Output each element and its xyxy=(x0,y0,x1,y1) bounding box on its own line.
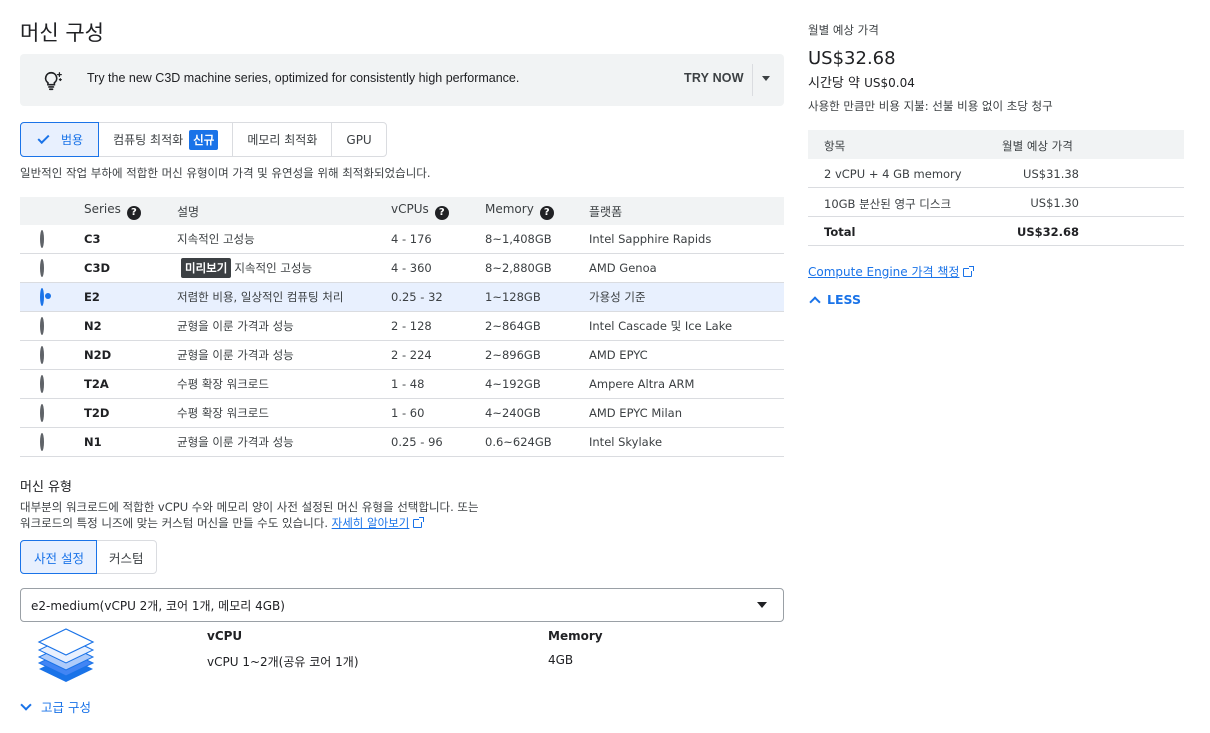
advanced-config-toggle[interactable]: 고급 구성 xyxy=(20,697,91,716)
table-row[interactable]: T2D 수평 확장 워크로드 1 - 60 4~240GB AMD EPYC M… xyxy=(20,399,784,428)
banner-divider xyxy=(752,64,753,96)
chevron-up-icon xyxy=(809,295,821,308)
external-link-icon xyxy=(963,266,975,277)
series-table: Series? 설명 vCPUs? Memory? 플랫폼 C3 지속적인 고성… xyxy=(20,197,784,457)
header-memory: Memory xyxy=(485,202,534,216)
table-row[interactable]: C3 지속적인 고성능 4 - 176 8~1,408GB Intel Sapp… xyxy=(20,225,784,254)
header-series: Series xyxy=(84,202,121,216)
series-radio[interactable] xyxy=(40,404,44,422)
machine-type-title: 머신 유형 xyxy=(20,480,72,495)
preview-badge: 미리보기 xyxy=(181,258,232,278)
chevron-down-icon xyxy=(20,698,32,711)
series-radio[interactable] xyxy=(40,375,44,393)
table-row[interactable]: T2A 수평 확장 워크로드 1 - 48 4~192GB Ampere Alt… xyxy=(20,370,784,399)
tab-memory-optimized[interactable]: 메모리 최적화 xyxy=(233,123,333,156)
table-row[interactable]: C3D 미리보기 지속적인 고성능 4 - 360 8~2,880GB AMD G… xyxy=(20,254,784,283)
series-radio[interactable] xyxy=(40,230,44,248)
tab-preset[interactable]: 사전 설정 xyxy=(20,540,97,574)
chevron-down-icon[interactable] xyxy=(762,76,770,81)
table-header: Series? 설명 vCPUs? Memory? 플랫폼 xyxy=(20,197,784,225)
spec-vcpu-label: vCPU xyxy=(207,629,243,643)
check-icon xyxy=(37,131,50,145)
hourly-price: 시간당 약 US$0.04 xyxy=(808,76,915,91)
pricing-row: 2 vCPU + 4 GB memory US$31.38 xyxy=(808,159,1184,188)
tab-custom[interactable]: 커스텀 xyxy=(97,541,156,573)
table-row[interactable]: N2 균형을 이룬 가격과 성능 2 - 128 2~864GB Intel C… xyxy=(20,312,784,341)
stacked-layers-icon xyxy=(37,628,95,682)
series-radio[interactable] xyxy=(40,288,44,306)
banner-message: Try the new C3D machine series, optimize… xyxy=(87,71,520,85)
help-icon[interactable]: ? xyxy=(539,206,554,220)
promo-banner: Try the new C3D machine series, optimize… xyxy=(20,54,784,106)
learn-more-link[interactable]: 자세히 알아보기 xyxy=(332,516,410,530)
less-button[interactable]: LESS xyxy=(809,292,861,308)
spec-memory-label: Memory xyxy=(548,629,603,643)
series-radio[interactable] xyxy=(40,433,44,451)
machine-type-tabs: 사전 설정 커스텀 xyxy=(20,540,157,574)
try-now-button[interactable]: TRY NOW xyxy=(684,71,744,85)
pricing-table: 항목 월별 예상 가격 2 vCPU + 4 GB memory US$31.3… xyxy=(808,130,1184,246)
pricing-header: 항목 월별 예상 가격 xyxy=(808,130,1184,159)
series-radio[interactable] xyxy=(40,346,44,364)
machine-type-select[interactable]: e2-medium(vCPU 2개, 코어 1개, 메모리 4GB) xyxy=(20,588,784,622)
header-desc: 설명 xyxy=(177,204,200,219)
spec-vcpu-value: vCPU 1~2개(공유 코어 1개) xyxy=(207,655,359,669)
lightbulb-sparkle-icon xyxy=(44,71,62,91)
tab-compute-optimized[interactable]: 컴퓨팅 최적화 신규 xyxy=(99,123,234,156)
new-badge: 신규 xyxy=(189,129,219,150)
monthly-estimate-label: 월별 예상 가격 xyxy=(808,23,879,37)
spec-memory-value: 4GB xyxy=(548,653,574,667)
help-icon[interactable]: ? xyxy=(126,206,141,220)
pricing-row: 10GB 분산된 영구 디스크 US$1.30 xyxy=(808,188,1184,217)
billing-note: 사용한 만큼만 비용 지불: 선불 비용 없이 초당 청구 xyxy=(808,99,1053,113)
pricing-link-wrap: Compute Engine 가격 책정 xyxy=(808,263,975,280)
table-row[interactable]: N1 균형을 이룬 가격과 성능 0.25 - 96 0.6~624GB Int… xyxy=(20,428,784,457)
series-radio[interactable] xyxy=(40,317,44,335)
dropdown-arrow-icon xyxy=(757,602,767,608)
help-icon[interactable]: ? xyxy=(434,206,449,220)
external-link-icon xyxy=(413,517,425,528)
series-description: 일반적인 작업 부하에 적합한 머신 유형이며 가격 및 유연성을 위해 최적화… xyxy=(20,166,431,180)
monthly-price: US$32.68 xyxy=(808,48,896,69)
tab-gpu[interactable]: GPU xyxy=(332,123,385,156)
tab-general-purpose[interactable]: 범용 xyxy=(20,122,100,157)
page-title: 머신 구성 xyxy=(20,21,104,45)
compute-engine-pricing-link[interactable]: Compute Engine 가격 책정 xyxy=(808,265,959,279)
machine-type-value: e2-medium(vCPU 2개, 코어 1개, 메모리 4GB) xyxy=(31,598,285,613)
machine-type-description: 대부분의 워크로드에 적합한 vCPU 수와 메모리 양이 사전 설정된 머신 … xyxy=(20,500,479,530)
table-row[interactable]: N2D 균형을 이룬 가격과 성능 2 - 224 2~896GB AMD EP… xyxy=(20,341,784,370)
series-tabs: 범용 컴퓨팅 최적화 신규 메모리 최적화 GPU xyxy=(20,122,387,157)
header-platform: 플랫폼 xyxy=(589,204,623,219)
header-vcpus: vCPUs xyxy=(391,202,429,216)
table-row[interactable]: E2 저렴한 비용, 일상적인 컴퓨팅 처리 0.25 - 32 1~128GB… xyxy=(20,283,784,312)
pricing-total-row: Total US$32.68 xyxy=(808,217,1184,246)
series-radio[interactable] xyxy=(40,259,44,277)
